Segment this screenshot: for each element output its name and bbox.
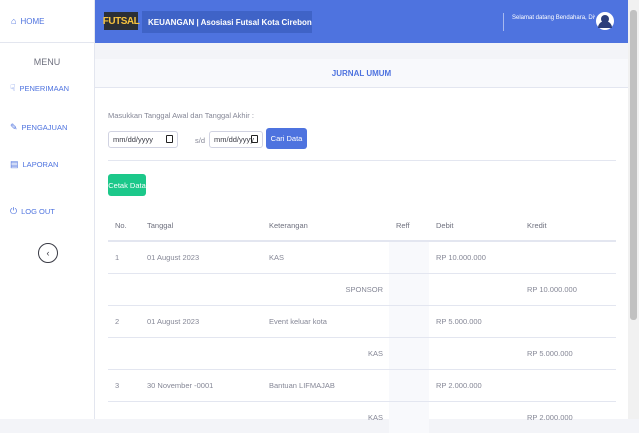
topbar-divider xyxy=(503,13,504,31)
cell-kredit: RP 5.000.000 xyxy=(527,349,573,358)
card-title: JURNAL UMUM xyxy=(95,59,628,88)
scrollbar-thumb[interactable] xyxy=(630,10,637,320)
hand-holding-icon: ☟ xyxy=(10,82,16,93)
search-button[interactable]: Cari Data xyxy=(266,128,307,149)
cell-keterangan: KAS xyxy=(367,349,383,358)
column-header-tanggal: Tanggal xyxy=(147,220,174,230)
cell-no: 1 xyxy=(115,253,120,262)
table-row: 3 30 November -0001 Bantuan LIFMAJAB RP … xyxy=(108,369,616,401)
table-row: KAS RP 2.000.000 xyxy=(108,401,616,433)
edit-icon: ✎ xyxy=(10,121,18,132)
avatar-body xyxy=(598,21,612,28)
cell-tanggal: 01 August 2023 xyxy=(147,317,200,326)
sidebar-toggle-button[interactable]: ‹ xyxy=(38,243,58,263)
page-scrollbar[interactable] xyxy=(628,0,639,419)
sidebar-item-label: LAPORAN xyxy=(22,159,59,169)
user-avatar[interactable] xyxy=(594,10,616,32)
sidebar: ⌂ HOME MENU ☟ PENERIMAAN ✎ PENGAJUAN ▤ L… xyxy=(0,0,95,419)
cell-tanggal: 30 November -0001 xyxy=(147,381,214,390)
cell-tanggal: 01 August 2023 xyxy=(147,253,200,262)
sidebar-menu-heading: MENU xyxy=(33,57,61,67)
cell-reff xyxy=(389,338,429,369)
table-row: 1 01 August 2023 KAS RP 10.000.000 xyxy=(108,241,616,273)
cell-keterangan: Event keluar kota xyxy=(269,317,327,326)
cell-reff xyxy=(389,306,429,337)
column-header-no: No. xyxy=(115,220,127,230)
table-row: KAS RP 5.000.000 xyxy=(108,337,616,369)
chart-bar-icon: ▤ xyxy=(10,158,19,169)
cell-kredit: RP 2.000.000 xyxy=(527,413,573,422)
sidebar-item-logout[interactable]: ⏻ LOG OUT xyxy=(0,204,55,218)
sidebar-item-laporan[interactable]: ▤ LAPORAN xyxy=(0,157,58,171)
date-range-label: Masukkan Tanggal Awal dan Tanggal Akhir … xyxy=(108,111,254,120)
cell-keterangan: SPONSOR xyxy=(345,285,383,294)
start-date-placeholder: mm/dd/yyyy xyxy=(113,135,154,144)
power-icon: ⏻ xyxy=(10,205,18,216)
sidebar-item-penerimaan[interactable]: ☟ PENERIMAAN xyxy=(0,81,69,95)
column-header-debit: Debit xyxy=(436,220,454,230)
table-row: SPONSOR RP 10.000.000 xyxy=(108,273,616,305)
sidebar-home-link[interactable]: ⌂ HOME xyxy=(0,0,94,43)
cell-debit: RP 10.000.000 xyxy=(436,253,486,262)
cell-keterangan: KAS xyxy=(269,253,285,262)
sidebar-item-pengajuan[interactable]: ✎ PENGAJUAN xyxy=(0,120,67,134)
column-header-keterangan: Keterangan xyxy=(269,220,308,230)
sidebar-item-label: LOG OUT xyxy=(21,206,55,216)
calendar-icon[interactable] xyxy=(166,135,173,143)
welcome-text: Selamat datang Bendahara, Diva xyxy=(512,15,601,21)
cell-debit: RP 2.000.000 xyxy=(436,381,482,390)
cell-kredit: RP 10.000.000 xyxy=(527,285,577,294)
home-icon: ⌂ xyxy=(11,16,17,26)
sidebar-item-label: PENERIMAAN xyxy=(19,83,70,93)
cell-reff xyxy=(389,242,429,273)
topbar: FUTSAL KEUANGAN | Asosiasi Futsal Kota C… xyxy=(95,0,628,43)
sidebar-item-label: PENGAJUAN xyxy=(21,122,68,132)
cell-reff xyxy=(389,274,429,305)
jurnal-card: JURNAL UMUM Masukkan Tanggal Awal dan Ta… xyxy=(95,59,628,433)
cell-no: 2 xyxy=(115,317,120,326)
column-header-reff: Reff xyxy=(396,220,410,230)
section-divider xyxy=(108,160,616,161)
end-date-input[interactable]: mm/dd/yyyy xyxy=(209,131,263,148)
date-separator: s/d xyxy=(195,136,206,145)
print-button[interactable]: Cetak Data xyxy=(108,174,146,196)
cell-debit: RP 5.000.000 xyxy=(436,317,482,326)
cell-keterangan: Bantuan LIFMAJAB xyxy=(269,381,335,390)
column-header-kredit: Kredit xyxy=(527,220,547,230)
cell-no: 3 xyxy=(115,381,120,390)
cell-reff xyxy=(389,402,429,433)
app-title: KEUANGAN | Asosiasi Futsal Kota Cirebon xyxy=(142,11,312,33)
table-header-row: No. Tanggal Keterangan Reff Debit Kredit xyxy=(108,210,616,241)
calendar-icon[interactable] xyxy=(251,135,258,143)
table-row: 2 01 August 2023 Event keluar kota RP 5.… xyxy=(108,305,616,337)
start-date-input[interactable]: mm/dd/yyyy xyxy=(108,131,178,148)
journal-table: No. Tanggal Keterangan Reff Debit Kredit… xyxy=(108,210,616,433)
app-logo: FUTSAL xyxy=(103,12,140,30)
sidebar-home-label: HOME xyxy=(20,16,45,26)
cell-reff xyxy=(389,370,429,401)
cell-keterangan: KAS xyxy=(367,413,383,422)
end-date-placeholder: mm/dd/yyyy xyxy=(214,135,255,144)
chevron-left-icon: ‹ xyxy=(46,248,50,258)
